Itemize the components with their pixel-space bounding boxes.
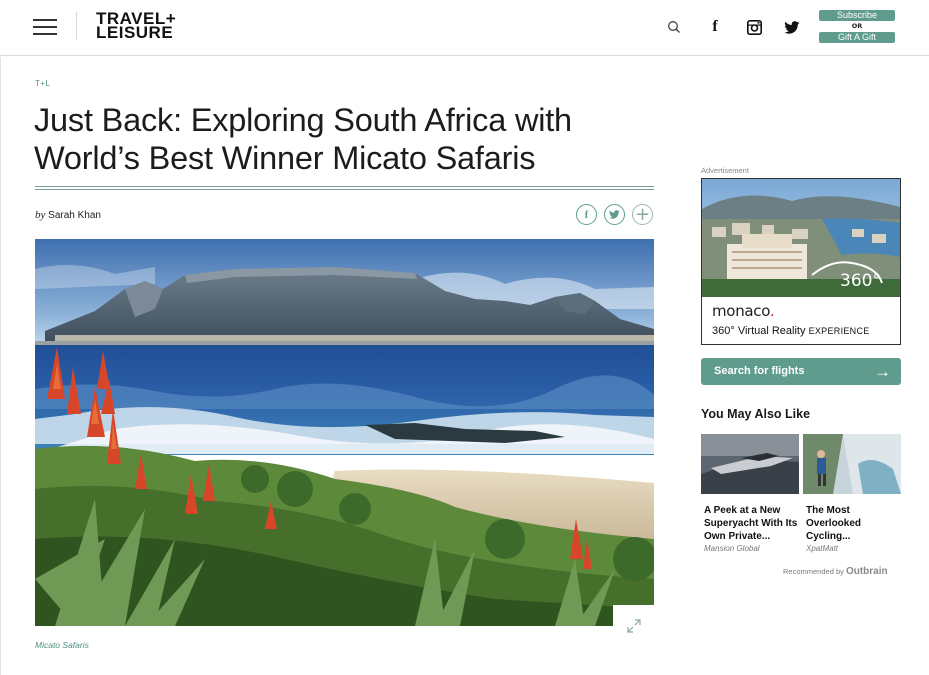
hero-image xyxy=(35,239,654,626)
facebook-icon[interactable]: f xyxy=(705,17,725,37)
ad-label: Advertisement xyxy=(701,166,749,175)
outbrain-logo: Outbrain xyxy=(845,566,888,577)
author-link[interactable]: Sarah Khan xyxy=(48,210,101,221)
article-eyebrow[interactable]: T+L xyxy=(35,79,51,88)
ad-tag-experience: EXPERIENCE xyxy=(808,326,870,336)
recommendation-title: A Peek at a New Superyacht With Its Own … xyxy=(704,505,798,542)
ad-brand-dot: . xyxy=(769,302,775,320)
ad-360-badge: 360° xyxy=(840,271,881,291)
byline-prefix: by xyxy=(35,209,46,221)
ad-tag-text: Virtual Reality xyxy=(737,325,806,337)
menu-icon[interactable] xyxy=(33,18,57,36)
recommendation-card[interactable]: The Most Overlooked Cycling... XpatMatt xyxy=(803,434,901,553)
subscribe-button[interactable]: Subscribe xyxy=(819,10,895,21)
twitter-icon[interactable] xyxy=(782,17,802,37)
ad-brand-suffix: naco xyxy=(735,302,770,320)
ad-brand-prefix: mo xyxy=(712,302,736,320)
search-flights-label: Search for flights xyxy=(714,365,805,377)
byline: by Sarah Khan xyxy=(35,209,101,221)
share-more-plus-icon[interactable]: + xyxy=(632,204,653,225)
header-divider xyxy=(76,12,77,40)
ad-brand: monaco. xyxy=(712,302,775,320)
article-headline: Just Back: Exploring South Africa with W… xyxy=(34,102,572,176)
recommendation-title: The Most Overlooked Cycling... xyxy=(806,505,862,542)
share-twitter-icon[interactable] xyxy=(604,204,625,225)
share-facebook-icon[interactable]: f xyxy=(576,204,597,225)
gift-button[interactable]: Gift A Gift xyxy=(819,32,895,43)
recommendation-source: XpatMatt xyxy=(806,544,839,553)
logo-line-2: LEISURE xyxy=(96,23,174,42)
recommendation-image-cycling xyxy=(803,434,901,494)
recommended-by-label: Recommended by xyxy=(783,567,844,576)
headline-rule-bottom xyxy=(35,189,654,190)
you-may-also-like-heading: You May Also Like xyxy=(701,407,811,421)
recommendation-source: Mansion Global xyxy=(704,544,760,553)
ad-tag-degree: 360° xyxy=(712,325,735,337)
arrow-right-icon: → xyxy=(874,362,891,381)
site-logo[interactable]: TRAVEL+ LEISURE xyxy=(96,10,188,42)
image-caption: Micato Safaris xyxy=(35,640,89,650)
monaco-ad[interactable]: 360° monaco. 360° Virtual Reality EXPERI… xyxy=(701,178,901,345)
search-icon[interactable] xyxy=(664,17,684,37)
subscribe-group: Subscribe OR Gift A Gift xyxy=(819,10,895,43)
headline-rule-top xyxy=(35,186,654,187)
search-flights-button[interactable]: Search for flights → xyxy=(701,358,901,385)
site-header: TRAVEL+ LEISURE f Subscribe OR Gift A Gi… xyxy=(0,0,929,56)
recommendation-image-superyacht xyxy=(701,434,799,494)
expand-image-icon[interactable] xyxy=(613,605,654,646)
recommendation-card[interactable]: A Peek at a New Superyacht With Its Own … xyxy=(701,434,799,553)
or-label: OR xyxy=(851,22,863,30)
ad-tagline: 360° Virtual Reality EXPERIENCE xyxy=(712,325,870,337)
recommended-by[interactable]: Recommended by Outbrain xyxy=(783,566,888,577)
page-left-rule xyxy=(0,57,1,675)
instagram-icon[interactable] xyxy=(744,17,764,37)
